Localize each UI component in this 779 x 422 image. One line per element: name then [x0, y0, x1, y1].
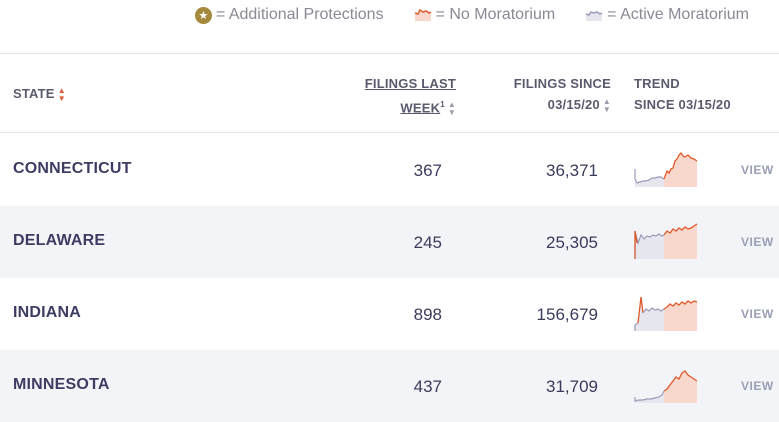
view-link[interactable]: VIEW [741, 163, 774, 177]
state-column-header[interactable]: STATE ▲ ▼ [13, 86, 66, 103]
table-row[interactable]: INDIANA 898 156,679 VIEW [0, 278, 779, 350]
legend-additional-protections: ★ = Additional Protections [194, 6, 384, 24]
filings-last-week-value: 898 [413, 305, 442, 324]
filings-since-value: 25,305 [546, 233, 598, 252]
footnote-marker: 1 [440, 100, 445, 109]
view-link[interactable]: VIEW [741, 379, 774, 393]
table-row[interactable]: MINNESOTA 437 31,709 VIEW [0, 350, 779, 422]
filings-last-week-value: 245 [413, 233, 442, 252]
star-icon: ★ [194, 6, 212, 24]
filings-since-value: 31,709 [546, 377, 598, 396]
filings-since-label-2: 03/15/20 [547, 97, 600, 112]
trend-sparkline [634, 370, 698, 403]
filings-last-week-value: 367 [413, 161, 442, 180]
legend-active-moratorium-label: = Active Moratorium [607, 6, 749, 23]
legend-additional-label: = Additional Protections [215, 6, 384, 23]
view-link[interactable]: VIEW [741, 307, 774, 321]
legend-active-moratorium: = Active Moratorium [585, 6, 749, 24]
filings-last-label-1[interactable]: FILINGS LAST [365, 76, 456, 91]
state-header-label: STATE [13, 86, 55, 101]
table-row[interactable]: CONNECTICUT 367 36,371 VIEW [0, 134, 779, 206]
trend-sparkline [634, 296, 698, 331]
view-link[interactable]: VIEW [741, 235, 774, 249]
legend-no-moratorium-label: = No Moratorium [435, 6, 556, 23]
table-row[interactable]: DELAWARE 245 25,305 VIEW [0, 206, 779, 278]
sort-icon: ▲ ▼ [447, 99, 456, 117]
state-name: DELAWARE [13, 232, 106, 249]
filings-since-label-1: FILINGS SINCE [513, 76, 611, 91]
filings-since-value: 156,679 [536, 305, 598, 324]
legend-no-moratorium: = No Moratorium [414, 6, 556, 24]
sort-icon: ▲ ▼ [57, 85, 66, 103]
filings-last-label-2[interactable]: WEEK [400, 100, 440, 115]
filings-last-week-header[interactable]: FILINGS LAST WEEK1 ▲ ▼ [365, 73, 456, 118]
trend-sparkline [634, 223, 698, 259]
sort-icon: ▲ ▼ [602, 96, 611, 114]
state-name: CONNECTICUT [13, 160, 132, 177]
active-moratorium-swatch-icon [585, 11, 603, 21]
table-header: STATE ▲ ▼ FILINGS LAST WEEK1 ▲ ▼ FILINGS SIN… [0, 53, 779, 133]
legend: ★ = Additional Protections = No Moratori… [0, 0, 779, 30]
trend-sparkline [634, 151, 698, 187]
trend-label-2: SINCE 03/15/20 [634, 97, 731, 112]
trend-label-1: TREND [634, 76, 680, 91]
state-name: INDIANA [13, 304, 82, 321]
filings-last-week-value: 437 [413, 377, 442, 396]
filings-since-header[interactable]: FILINGS SINCE 03/15/20 ▲ ▼ [514, 73, 611, 115]
state-name: MINNESOTA [13, 376, 110, 393]
trend-header: TREND SINCE 03/15/20 [634, 73, 731, 115]
no-moratorium-swatch-icon [414, 8, 431, 21]
filings-since-value: 36,371 [546, 161, 598, 180]
